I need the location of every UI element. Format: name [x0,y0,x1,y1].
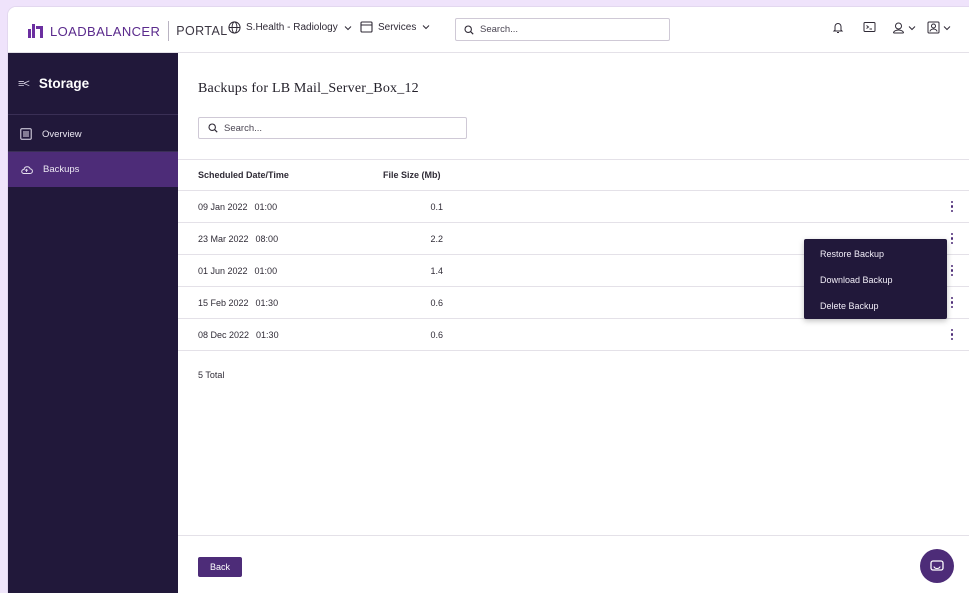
more-actions-icon[interactable] [947,296,957,310]
sidebar-header: ≡< Storage [8,53,178,115]
portal-label: PORTAL [176,24,228,38]
more-actions-icon[interactable] [947,232,957,246]
services-menu[interactable]: Services [360,21,435,33]
date-cell: 23 Mar 2022 08:00 [178,222,383,255]
table-row[interactable]: 09 Jan 2022 01:00 0.1 [178,190,969,223]
page-footer: Back [178,535,969,593]
sidebar: ≡< Storage Overview Backups [8,53,178,593]
row-time: 01:00 [254,265,278,276]
sidebar-item-label: Overview [42,128,82,140]
backups-search[interactable] [198,117,467,139]
notifications-button[interactable] [832,21,844,34]
restore-backup-menu-item[interactable]: Restore Backup [804,241,947,267]
collapse-sidebar-icon[interactable]: ≡< [18,78,30,90]
chevron-down-icon [943,25,951,30]
actions-cell [443,318,969,351]
global-search[interactable] [455,18,670,41]
bell-icon [832,23,844,33]
loadbalancer-logo-icon [28,24,44,38]
brand-name: LOADBALANCER [50,23,161,39]
date-cell: 01 Jun 2022 01:00 [178,254,383,287]
sidebar-item-backups[interactable]: Backups [8,152,178,187]
more-actions-icon[interactable] [947,264,957,278]
global-search-input[interactable] [480,24,650,35]
sidebar-item-label: Backups [43,164,80,175]
search-icon [208,123,218,133]
column-header-size[interactable]: File Size (Mb) [383,159,443,191]
backups-search-input[interactable] [224,122,394,134]
services-menu-label: Services [378,21,417,33]
date-cell: 15 Feb 2022 01:30 [178,286,383,319]
globe-icon [228,21,241,34]
row-date: 01 Jun 2022 [198,265,248,276]
org-selector-label: S.Health - Radiology [246,22,338,33]
row-date: 09 Jan 2022 [198,201,248,212]
chevron-down-icon [908,25,916,30]
headset-user-icon [893,22,904,34]
brand-divider [168,21,170,41]
date-cell: 08 Dec 2022 01:30 [178,318,383,351]
row-date: 15 Feb 2022 [198,297,249,308]
back-button[interactable]: Back [198,557,242,577]
size-cell: 2.2 [383,222,443,255]
list-icon [20,128,32,140]
row-actions-menu: Restore Backup Download Backup Delete Ba… [804,239,947,319]
account-menu[interactable] [927,21,951,34]
size-cell: 1.4 [383,254,443,287]
row-time: 01:00 [254,201,278,212]
main-content: Backups for LB Mail_Server_Box_12 Schedu… [178,53,969,593]
terminal-icon [863,22,876,32]
column-header-actions [443,159,969,191]
delete-backup-menu-item[interactable]: Delete Backup [804,293,947,319]
page-title: Backups for LB Mail_Server_Box_12 [198,81,419,96]
more-actions-icon[interactable] [947,200,957,214]
search-icon [464,24,474,35]
table-header-row: Scheduled Date/Time File Size (Mb) [178,159,969,191]
window-icon [360,21,373,33]
row-time: 01:30 [255,297,279,308]
top-navigation-bar: LOADBALANCER PORTAL S.Health - Radiology… [8,7,969,53]
sidebar-item-overview[interactable]: Overview [8,117,178,152]
chevron-down-icon [423,25,430,30]
row-time: 08:00 [255,233,279,244]
chat-icon [930,559,944,571]
date-cell: 09 Jan 2022 01:00 [178,190,383,223]
brand-logo[interactable]: LOADBALANCER PORTAL [28,21,228,41]
more-actions-icon[interactable] [947,328,957,342]
app-window: LOADBALANCER PORTAL S.Health - Radiology… [8,7,969,593]
cloud-icon [21,165,33,174]
row-time: 01:30 [256,329,279,340]
sidebar-title: Storage [38,76,90,91]
size-cell: 0.6 [383,286,443,319]
column-header-date[interactable]: Scheduled Date/Time [178,159,383,191]
total-count: 5 Total [198,370,225,380]
table-row[interactable]: 08 Dec 2022 01:30 0.6 [178,318,969,351]
actions-cell [443,190,969,223]
row-date: 23 Mar 2022 [198,233,249,244]
download-backup-menu-item[interactable]: Download Backup [804,267,947,293]
chevron-down-icon [344,25,352,30]
console-button[interactable] [863,21,876,33]
org-selector[interactable]: S.Health - Radiology [228,21,357,34]
row-date: 08 Dec 2022 [198,329,250,340]
support-menu[interactable] [892,21,916,34]
size-cell: 0.6 [383,318,443,351]
chat-support-button[interactable] [920,549,954,583]
user-profile-icon [927,21,940,34]
size-cell: 0.1 [383,190,443,223]
